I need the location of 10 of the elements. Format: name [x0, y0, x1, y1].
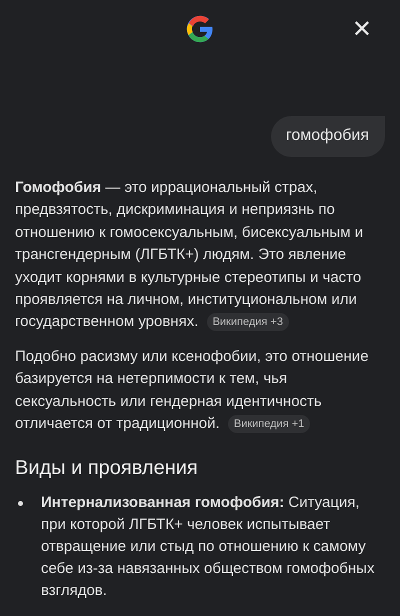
close-button[interactable]: ✕	[346, 13, 378, 45]
bullet-icon	[18, 501, 23, 506]
source-chip[interactable]: Википедия +1	[228, 415, 310, 434]
answer-paragraph: Подобно расизму или ксенофобии, это отношение базируется на нетерпимости к тем, чья сексуальность или гендерная идентичность отличается от традиционной. Википедия +1	[15, 346, 370, 436]
answer-paragraph: Гомофобия — это иррациональный страх, предвзятость, дискриминация и неприязнь по отношению к гомосексуальным, бисексуальным и трансгендерным (ЛГБТК+) людям. Это явление уходит корнями в культурные стереотипы и часто проявляется на личном, институциональном или государственном уровнях. Википедия +3	[15, 178, 364, 334]
section-heading: Виды и проявления	[15, 457, 199, 480]
bullet-text: Интернализованная гомофобия: Ситуация, при которой ЛГБТК+ человек испытывает отвращение или стыд по отношению к самому себе из-за навязанных обществом гомофобных взглядов.	[41, 493, 376, 602]
source-chip[interactable]: Википедия +3	[206, 313, 289, 332]
google-logo-icon	[185, 14, 215, 44]
query-bubble: гомофобия	[270, 116, 385, 157]
